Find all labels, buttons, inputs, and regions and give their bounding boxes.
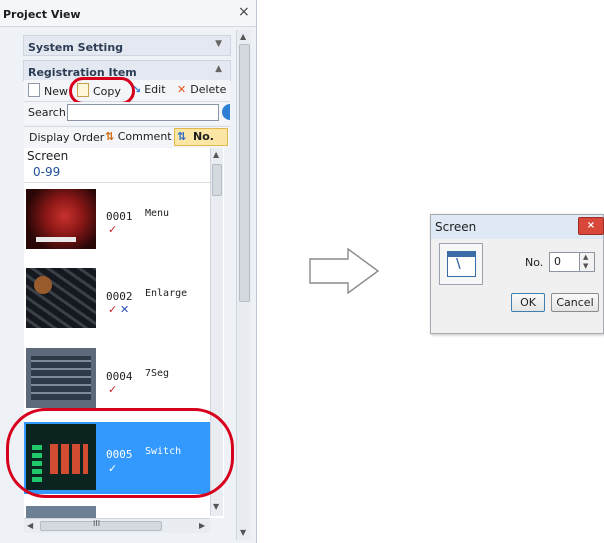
sort-icon: ⇅ — [105, 130, 115, 143]
dialog-title: Screen — [435, 220, 477, 234]
search-label: Search — [28, 106, 66, 119]
screen-dialog: Screen × \ No. 0 ▲ ▼ OK Cancel — [430, 214, 604, 334]
right-arrow-icon — [309, 247, 380, 295]
hscroll-thumb[interactable]: III — [40, 519, 162, 531]
panel-title-bar: Project View × — [0, 0, 256, 27]
no-sort-button[interactable]: ⇅ No. — [174, 128, 228, 146]
check-icon: ✓ — [108, 383, 118, 396]
delete-button[interactable]: ✕ Delete — [177, 83, 226, 99]
system-setting-section[interactable]: System Setting ▼ — [23, 35, 231, 56]
thumbnail-segments — [31, 356, 91, 400]
new-page-icon — [28, 83, 40, 97]
screen-edit-icon: \ — [439, 243, 483, 285]
comment-sort-button[interactable]: ⇅ Comment — [105, 130, 172, 143]
screen-number: 0004 — [106, 370, 133, 383]
cancel-button[interactable]: Cancel — [551, 293, 599, 312]
hscroll-grip: III — [93, 519, 101, 528]
screen-name: 7Seg — [145, 368, 170, 379]
list-item[interactable]: 0004 7Seg ✓ — [24, 340, 210, 418]
number-value: 0 — [554, 255, 561, 268]
screen-thumbnail — [26, 348, 96, 408]
dialog-title-bar: Screen × — [431, 215, 604, 239]
copy-highlight-ring — [69, 77, 135, 105]
range-divider — [24, 182, 210, 183]
scroll-up-icon[interactable]: ▲ — [213, 150, 219, 159]
edit-button-label: Edit — [144, 83, 166, 96]
number-input[interactable]: 0 — [549, 252, 581, 272]
system-setting-label: System Setting — [28, 41, 124, 54]
sort-icon: ⇅ — [177, 130, 187, 143]
screen-name: Menu — [145, 208, 170, 219]
screen-thumbnail — [26, 189, 96, 249]
pen-icon: \ — [456, 257, 461, 272]
chevron-up-icon: ▲ — [215, 64, 222, 74]
check-icon: ✓ — [108, 303, 118, 316]
no-sort-label: No. — [193, 130, 214, 143]
check-icon: ✓ — [108, 223, 118, 236]
project-view-panel: Project View × System Setting ▼ Registra… — [0, 0, 257, 543]
delete-x-icon: ✕ — [177, 83, 187, 96]
screen-header: Screen — [27, 149, 69, 163]
panel-scrollbar-thumb[interactable] — [239, 44, 250, 302]
scroll-down-icon[interactable]: ▼ — [213, 502, 219, 511]
new-button-label: New — [44, 85, 68, 98]
edit-button[interactable]: ↘ Edit — [132, 83, 166, 99]
screen-number: 0002 — [106, 290, 133, 303]
selection-highlight-ring — [6, 408, 234, 498]
cross-icon: ✕ — [120, 303, 130, 316]
display-order-label: Display Order — [29, 131, 105, 144]
close-icon[interactable]: × — [238, 4, 250, 20]
screen-name: Enlarge — [145, 288, 188, 299]
thumbnail-component — [34, 276, 52, 294]
search-input[interactable] — [67, 104, 219, 121]
list-horizontal-scrollbar[interactable]: ◀ III ▶ — [24, 518, 210, 533]
range-label[interactable]: 0-99 — [33, 165, 60, 179]
list-item[interactable]: 0001 Menu ✓ — [24, 184, 210, 262]
panel-vertical-scrollbar[interactable]: ▲ ▼ — [236, 30, 251, 540]
panel-title: Project View — [3, 8, 81, 21]
list-item[interactable]: 0002 Enlarge ✓ ✕ — [24, 262, 210, 340]
comment-sort-label: Comment — [117, 130, 172, 143]
screen-number: 0001 — [106, 210, 133, 223]
scroll-up-icon[interactable]: ▲ — [240, 32, 246, 41]
thumbnail-caption — [36, 237, 76, 242]
window-titlebar — [448, 252, 475, 257]
scrollbar-thumb[interactable] — [212, 164, 222, 196]
scroll-left-icon[interactable]: ◀ — [27, 521, 33, 530]
new-button[interactable]: New — [28, 83, 68, 99]
window-frame: \ — [447, 251, 476, 277]
stepper-up-icon[interactable]: ▲ — [583, 253, 588, 261]
ok-button[interactable]: OK — [511, 293, 545, 312]
scroll-down-icon[interactable]: ▼ — [240, 528, 246, 537]
scroll-right-icon[interactable]: ▶ — [199, 521, 205, 530]
number-stepper[interactable]: ▲ ▼ — [579, 252, 595, 272]
no-label: No. — [525, 256, 544, 269]
chevron-down-icon: ▼ — [215, 39, 222, 49]
screen-thumbnail — [26, 268, 96, 328]
screen-thumbnail — [26, 506, 96, 518]
close-icon[interactable]: × — [578, 217, 604, 235]
delete-button-label: Delete — [190, 83, 227, 96]
stepper-down-icon[interactable]: ▼ — [583, 262, 588, 270]
